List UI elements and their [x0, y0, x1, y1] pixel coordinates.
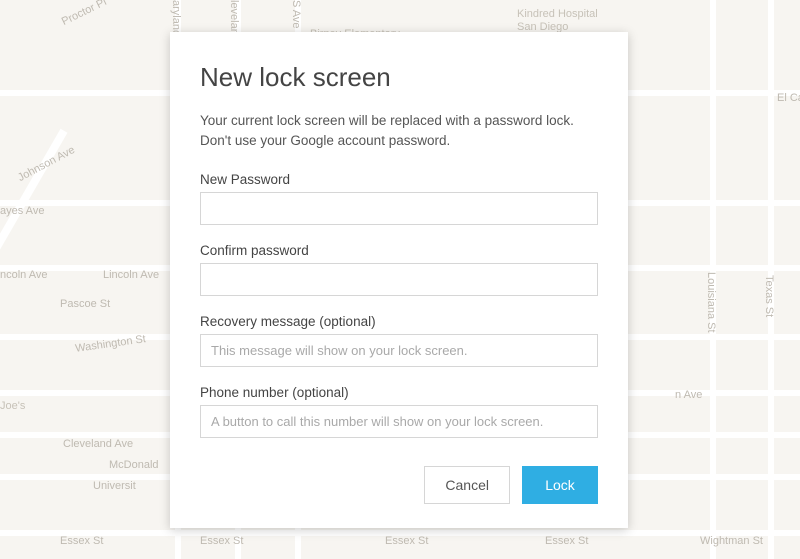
street-label-proctor-pl: Proctor Pl [60, 0, 109, 28]
new-password-input[interactable] [200, 192, 598, 225]
street-label-lincoln-ave-center: Lincoln Ave [103, 269, 159, 281]
street-label-lincoln-ave-right: n Ave [675, 389, 702, 401]
street-label-hayes-ave: ayes Ave [0, 205, 44, 217]
confirm-password-input[interactable] [200, 263, 598, 296]
phone-number-input[interactable] [200, 405, 598, 438]
street-label-johnson-ave: Johnson Ave [16, 144, 77, 184]
dialog-description: Your current lock screen will be replace… [200, 111, 598, 150]
street-label-pascoe-st: Pascoe St [60, 298, 110, 310]
confirm-password-field: Confirm password [200, 243, 598, 296]
cancel-button[interactable]: Cancel [424, 466, 510, 504]
recovery-message-field: Recovery message (optional) [200, 314, 598, 367]
street-label-essex-st-2: Essex St [200, 535, 243, 547]
street-label-s-ave: S Ave [290, 0, 302, 29]
street-label-mcdonald-st: McDonald [109, 459, 159, 471]
street-label-cleveland-ave: Cleveland Ave [63, 438, 133, 450]
phone-number-field: Phone number (optional) [200, 385, 598, 438]
street-label-essex-st-1: Essex St [60, 535, 103, 547]
street-label-lincoln-ave-left: ncoln Ave [0, 269, 48, 281]
street-label-wightman-st: Wightman St [700, 535, 763, 547]
street-label-essex-st-4: Essex St [545, 535, 588, 547]
dialog-title: New lock screen [200, 62, 598, 93]
poi-joes: Joe's [0, 400, 25, 413]
street-label-el-cajon: El Ca [777, 92, 800, 104]
street-label-louisiana-st: Louisiana St [705, 272, 717, 333]
confirm-password-label: Confirm password [200, 243, 598, 258]
poi-kindred-hospital: Kindred Hospital San Diego [517, 8, 598, 34]
street-label-essex-st-3: Essex St [385, 535, 428, 547]
street-label-university: Universit [93, 480, 136, 492]
recovery-message-input[interactable] [200, 334, 598, 367]
new-password-field: New Password [200, 172, 598, 225]
lock-button[interactable]: Lock [522, 466, 598, 504]
new-password-label: New Password [200, 172, 598, 187]
phone-number-label: Phone number (optional) [200, 385, 598, 400]
dialog-button-row: Cancel Lock [200, 466, 598, 504]
street-label-texas-st: Texas St [763, 275, 775, 317]
recovery-message-label: Recovery message (optional) [200, 314, 598, 329]
lock-screen-dialog: New lock screen Your current lock screen… [170, 32, 628, 528]
